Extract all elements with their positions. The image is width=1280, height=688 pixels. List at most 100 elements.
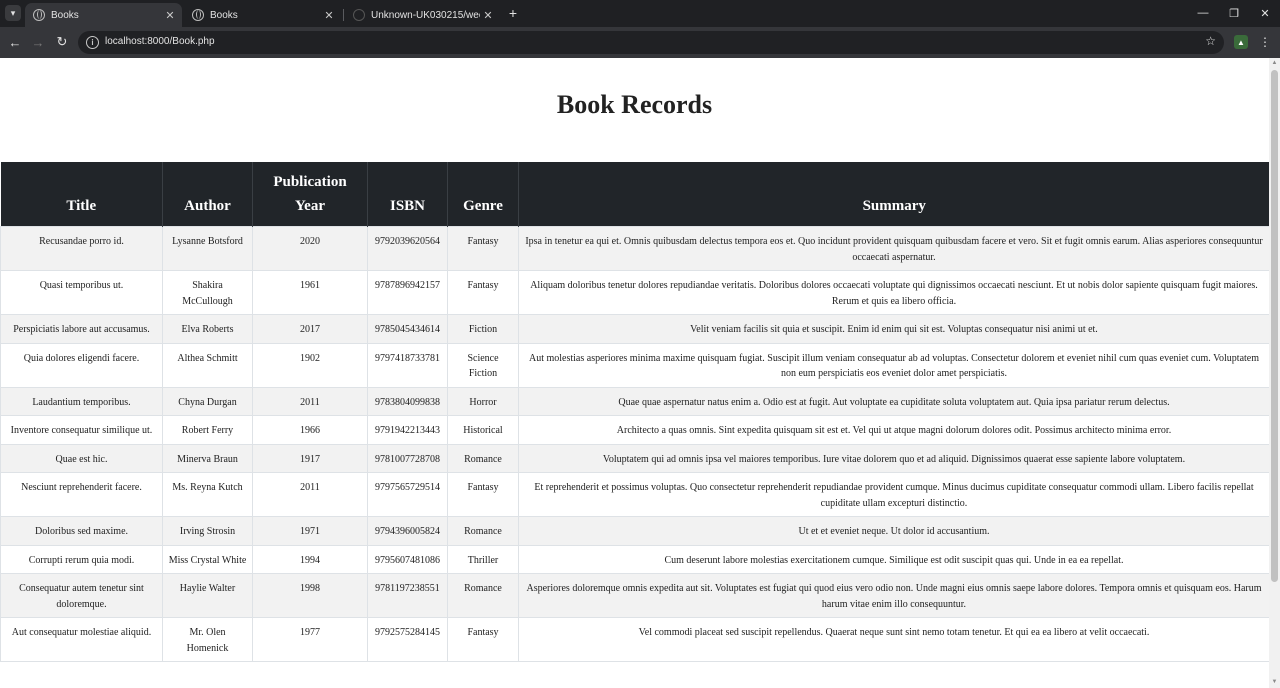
table-header-row: Title Author Publication Year ISBN Genre… bbox=[0, 162, 1269, 227]
cell-summary: Cum deserunt labore molestias exercitati… bbox=[518, 544, 1269, 574]
browser-tab-github[interactable]: Unknown-UK030215/week08-l ✕ bbox=[345, 3, 500, 27]
column-header-author: Author bbox=[162, 162, 253, 227]
tab-strip: ▾ Books ✕ Books ✕ Unknown-UK030215/week0… bbox=[0, 0, 1280, 27]
cell-author: Shakira McCullough bbox=[162, 270, 253, 315]
scroll-down-arrow-icon[interactable]: ▼ bbox=[1269, 677, 1280, 688]
cell-title: Quae est hic. bbox=[0, 443, 163, 473]
browser-tab-books[interactable]: Books ✕ bbox=[184, 3, 341, 27]
column-header-summary: Summary bbox=[518, 162, 1269, 227]
cell-genre: Science Fiction bbox=[447, 342, 519, 388]
cell-publication-year: 2017 bbox=[252, 314, 368, 344]
cell-genre: Romance bbox=[447, 573, 519, 618]
browser-tab-books-active[interactable]: Books ✕ bbox=[25, 3, 182, 27]
cell-author: Elva Roberts bbox=[162, 314, 253, 344]
cell-summary: Architecto a quas omnis. Sint expedita q… bbox=[518, 415, 1269, 445]
table-row: Doloribus sed maxime. Irving Strosin 1971 9… bbox=[0, 516, 1269, 546]
cell-publication-year: 2011 bbox=[252, 472, 368, 517]
scrollbar-thumb[interactable] bbox=[1271, 70, 1278, 582]
cell-summary: Voluptatem qui ad omnis ipsa vel maiores… bbox=[518, 443, 1269, 473]
site-info-icon[interactable]: i bbox=[86, 36, 99, 49]
cell-summary: Et reprehenderit et possimus voluptas. Q… bbox=[518, 472, 1269, 517]
cell-summary: Ut et et eveniet neque. Ut dolor id accu… bbox=[518, 516, 1269, 546]
cell-publication-year: 1966 bbox=[252, 415, 368, 445]
cell-author: Miss Crystal White bbox=[162, 544, 253, 574]
table-row: Perspiciatis labore aut accusamus. Elva R… bbox=[0, 314, 1269, 344]
cell-summary: Asperiores doloremque omnis expedita aut… bbox=[518, 573, 1269, 618]
table-row: Quasi temporibus ut. Shakira McCullough 19… bbox=[0, 270, 1269, 315]
cell-title: Aut consequatur molestiae aliquid. bbox=[0, 617, 163, 662]
cell-publication-year: 1971 bbox=[252, 516, 368, 546]
column-header-publication-year: Publication Year bbox=[252, 162, 368, 227]
cell-isbn: 9794396005824 bbox=[367, 516, 448, 546]
cell-summary: Aut molestias asperiores minima maxime q… bbox=[518, 342, 1269, 388]
tab-close-icon[interactable]: ✕ bbox=[321, 9, 337, 22]
cell-title: Inventore consequatur similique ut. bbox=[0, 415, 163, 445]
cell-publication-year: 1902 bbox=[252, 342, 368, 388]
cell-isbn: 9797565729514 bbox=[367, 472, 448, 517]
back-arrow-icon[interactable]: ← bbox=[5, 32, 25, 52]
cell-title: Perspiciatis labore aut accusamus. bbox=[0, 314, 163, 344]
cell-isbn: 9787896942157 bbox=[367, 270, 448, 315]
cell-title: Corrupti rerum quia modi. bbox=[0, 544, 163, 574]
cell-title: Consequatur autem tenetur sint doloremqu… bbox=[0, 573, 163, 618]
cell-genre: Fantasy bbox=[447, 472, 519, 517]
cell-author: Haylie Walter bbox=[162, 573, 253, 618]
cell-publication-year: 1977 bbox=[252, 617, 368, 662]
window-close-icon[interactable]: ✕ bbox=[1250, 4, 1280, 22]
book-records-table: Title Author Publication Year ISBN Genre… bbox=[0, 162, 1269, 662]
bookmark-star-icon[interactable]: ☆ bbox=[1205, 34, 1216, 48]
tab-close-icon[interactable]: ✕ bbox=[480, 9, 496, 22]
browser-toolbar: ← → ↻ i localhost:8000/Book.php ☆ bbox=[0, 27, 1280, 58]
tab-label: Unknown-UK030215/week08-l bbox=[371, 9, 480, 21]
new-tab-plus-icon[interactable]: + bbox=[505, 5, 521, 21]
cell-publication-year: 2020 bbox=[252, 226, 368, 271]
cell-genre: Historical bbox=[447, 415, 519, 445]
github-icon bbox=[353, 9, 365, 21]
cell-author: Irving Strosin bbox=[162, 516, 253, 546]
cell-author: Lysanne Botsford bbox=[162, 226, 253, 271]
browser-menu-icon[interactable]: ⋮ bbox=[1259, 34, 1271, 50]
tab-label: Books bbox=[51, 9, 79, 21]
address-url[interactable]: localhost:8000/Book.php bbox=[105, 36, 215, 47]
cell-author: Mr. Olen Homenick bbox=[162, 617, 253, 662]
cell-genre: Romance bbox=[447, 443, 519, 473]
tab-search-chevron-down-icon[interactable]: ▾ bbox=[5, 5, 21, 21]
cell-title: Recusandae porro id. bbox=[0, 226, 163, 271]
tab-separator bbox=[343, 9, 344, 21]
cell-publication-year: 1961 bbox=[252, 270, 368, 315]
extension-icon[interactable]: ▲ bbox=[1234, 35, 1248, 49]
cell-author: Robert Ferry bbox=[162, 415, 253, 445]
page-viewport: Book Records Title Author Publication Ye… bbox=[0, 58, 1269, 688]
cell-title: Laudantium temporibus. bbox=[0, 386, 163, 416]
tab-close-icon[interactable]: ✕ bbox=[162, 9, 178, 22]
cell-publication-year: 1998 bbox=[252, 573, 368, 618]
table-row: Inventore consequatur similique ut. Rober… bbox=[0, 415, 1269, 445]
restore-icon[interactable]: ❐ bbox=[1219, 4, 1249, 22]
cell-genre: Romance bbox=[447, 516, 519, 546]
table-row: Quia dolores eligendi facere. Althea Schm… bbox=[0, 342, 1269, 388]
cell-summary: Vel commodi placeat sed suscipit repelle… bbox=[518, 617, 1269, 662]
cell-isbn: 9792039620564 bbox=[367, 226, 448, 271]
cell-author: Minerva Braun bbox=[162, 443, 253, 473]
cell-isbn: 9795607481086 bbox=[367, 544, 448, 574]
cell-publication-year: 1994 bbox=[252, 544, 368, 574]
table-row: Recusandae porro id. Lysanne Botsford 2020… bbox=[0, 226, 1269, 271]
forward-arrow-icon[interactable]: → bbox=[28, 32, 48, 52]
cell-genre: Fantasy bbox=[447, 617, 519, 662]
minimize-icon[interactable]: — bbox=[1188, 4, 1218, 22]
browser-chrome: ▾ Books ✕ Books ✕ Unknown-UK030215/week0… bbox=[0, 0, 1280, 58]
page-title: Book Records bbox=[556, 90, 713, 119]
table-row: Quae est hic. Minerva Braun 1917 9781007728… bbox=[0, 443, 1269, 473]
cell-genre: Thriller bbox=[447, 544, 519, 574]
cell-title: Quasi temporibus ut. bbox=[0, 270, 163, 315]
reload-icon[interactable]: ↻ bbox=[52, 32, 72, 52]
scroll-up-arrow-icon[interactable]: ▲ bbox=[1269, 58, 1280, 69]
cell-isbn: 9797418733781 bbox=[367, 342, 448, 388]
table-row: Aut consequatur molestiae aliquid. Mr. Ol… bbox=[0, 617, 1269, 662]
address-bar[interactable]: i localhost:8000/Book.php ☆ bbox=[78, 31, 1224, 54]
cell-title: Quia dolores eligendi facere. bbox=[0, 342, 163, 388]
page-scrollbar[interactable]: ▲ ▼ bbox=[1269, 58, 1280, 688]
globe-icon bbox=[33, 9, 45, 21]
cell-publication-year: 1917 bbox=[252, 443, 368, 473]
cell-genre: Fantasy bbox=[447, 226, 519, 271]
